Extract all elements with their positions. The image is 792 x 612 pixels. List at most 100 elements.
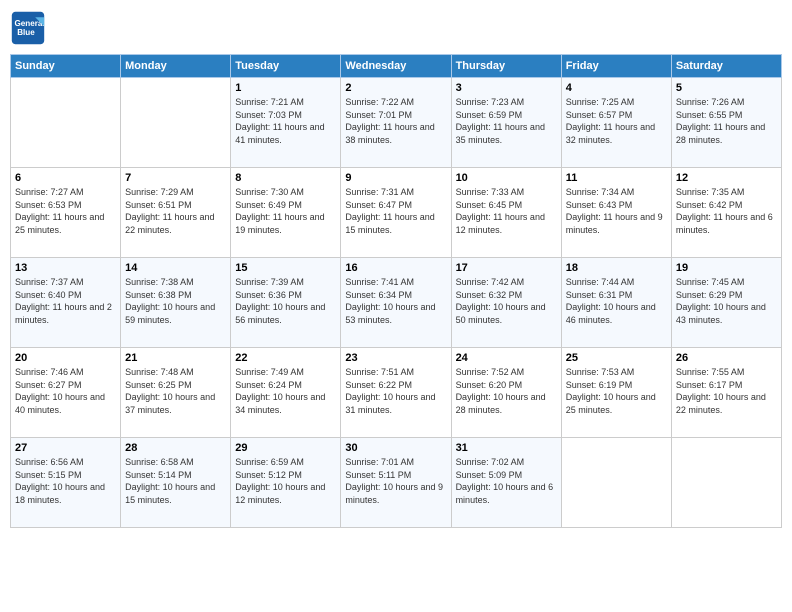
cell-info: Daylight: 11 hours and 15 minutes. [345, 211, 446, 236]
day-number: 10 [456, 172, 557, 184]
day-number: 16 [345, 262, 446, 274]
cell-info: Sunrise: 7:27 AM [15, 186, 116, 199]
cell-info: Daylight: 11 hours and 41 minutes. [235, 121, 336, 146]
cell-info: Sunrise: 6:59 AM [235, 456, 336, 469]
cell-info: Daylight: 10 hours and 25 minutes. [566, 391, 667, 416]
calendar-cell: 17Sunrise: 7:42 AMSunset: 6:32 PMDayligh… [451, 258, 561, 348]
cell-info: Sunset: 6:22 PM [345, 379, 446, 392]
calendar-cell: 18Sunrise: 7:44 AMSunset: 6:31 PMDayligh… [561, 258, 671, 348]
calendar-cell: 20 Sunrise: 7:46 AMSunset: 6:27 PMDayligh… [11, 348, 121, 438]
day-number: 7 [125, 172, 226, 184]
cell-info: Sunset: 6:59 PM [456, 109, 557, 122]
cell-info: Sunset: 6:49 PM [235, 199, 336, 212]
cell-info: Sunrise: 7:41 AM [345, 276, 446, 289]
day-number: 8 [235, 172, 336, 184]
calendar-cell: 15Sunrise: 7:39 AMSunset: 6:36 PMDayligh… [231, 258, 341, 348]
cell-info: Daylight: 10 hours and 12 minutes. [235, 481, 336, 506]
logo-icon: General Blue [10, 10, 46, 46]
calendar-cell: 1 Sunrise: 7:21 AMSunset: 7:03 PMDaylight… [231, 78, 341, 168]
calendar-cell: 14Sunrise: 7:38 AMSunset: 6:38 PMDayligh… [121, 258, 231, 348]
cell-info: Sunset: 5:11 PM [345, 469, 446, 482]
cell-info: Sunset: 5:14 PM [125, 469, 226, 482]
calendar-cell: 30Sunrise: 7:01 AMSunset: 5:11 PMDayligh… [341, 438, 451, 528]
cell-info: Sunrise: 7:46 AM [15, 366, 116, 379]
cell-info: Sunset: 6:36 PM [235, 289, 336, 302]
cell-info: Daylight: 11 hours and 28 minutes. [676, 121, 777, 146]
cell-info: Sunrise: 7:44 AM [566, 276, 667, 289]
day-number: 21 [125, 352, 226, 364]
cell-info: Sunrise: 7:45 AM [676, 276, 777, 289]
day-number: 24 [456, 352, 557, 364]
day-number: 17 [456, 262, 557, 274]
cell-info: Sunset: 6:47 PM [345, 199, 446, 212]
cell-info: Sunrise: 7:51 AM [345, 366, 446, 379]
cell-info: Sunrise: 7:34 AM [566, 186, 667, 199]
cell-info: Daylight: 11 hours and 25 minutes. [15, 211, 116, 236]
week-row-3: 13Sunrise: 7:37 AMSunset: 6:40 PMDayligh… [11, 258, 782, 348]
cell-info: Sunset: 6:31 PM [566, 289, 667, 302]
cell-info: Sunset: 6:43 PM [566, 199, 667, 212]
calendar-cell: 23Sunrise: 7:51 AMSunset: 6:22 PMDayligh… [341, 348, 451, 438]
day-number: 20 [15, 352, 116, 364]
cell-info: Sunrise: 7:52 AM [456, 366, 557, 379]
calendar-cell [561, 438, 671, 528]
cell-info: Sunrise: 7:39 AM [235, 276, 336, 289]
cell-info: Sunrise: 7:37 AM [15, 276, 116, 289]
week-row-1: 1Sunrise: 7:21 AMSunset: 7:03 PMDaylight… [11, 78, 782, 168]
day-number: 1 [235, 82, 336, 94]
day-number: 3 [456, 82, 557, 94]
day-number: 29 [235, 442, 336, 454]
page-header: General Blue [10, 10, 782, 46]
calendar-cell: 5 Sunrise: 7:26 AMSunset: 6:55 PMDaylight… [671, 78, 781, 168]
day-number: 15 [235, 262, 336, 274]
cell-info: Daylight: 10 hours and 59 minutes. [125, 301, 226, 326]
cell-info: Sunrise: 7:02 AM [456, 456, 557, 469]
cell-info: Sunrise: 7:49 AM [235, 366, 336, 379]
cell-info: Daylight: 10 hours and 40 minutes. [15, 391, 116, 416]
cell-info: Daylight: 10 hours and 22 minutes. [676, 391, 777, 416]
cell-info: Sunset: 5:09 PM [456, 469, 557, 482]
cell-info: Sunrise: 7:26 AM [676, 96, 777, 109]
day-number: 28 [125, 442, 226, 454]
header-cell-saturday: Saturday [671, 55, 781, 78]
cell-info: Daylight: 10 hours and 6 minutes. [456, 481, 557, 506]
calendar-cell: 13Sunrise: 7:37 AMSunset: 6:40 PMDayligh… [11, 258, 121, 348]
cell-info: Daylight: 10 hours and 50 minutes. [456, 301, 557, 326]
cell-info: Daylight: 10 hours and 43 minutes. [676, 301, 777, 326]
day-number: 11 [566, 172, 667, 184]
cell-info: Sunrise: 6:58 AM [125, 456, 226, 469]
cell-info: Sunset: 6:42 PM [676, 199, 777, 212]
cell-info: Sunset: 6:29 PM [676, 289, 777, 302]
cell-info: Sunset: 6:38 PM [125, 289, 226, 302]
header-cell-friday: Friday [561, 55, 671, 78]
calendar-cell: 22Sunrise: 7:49 AMSunset: 6:24 PMDayligh… [231, 348, 341, 438]
cell-info: Sunset: 6:27 PM [15, 379, 116, 392]
calendar-cell: 2Sunrise: 7:22 AMSunset: 7:01 PMDaylight… [341, 78, 451, 168]
day-number: 18 [566, 262, 667, 274]
day-number: 26 [676, 352, 777, 364]
cell-info: Daylight: 10 hours and 9 minutes. [345, 481, 446, 506]
cell-info: Daylight: 10 hours and 28 minutes. [456, 391, 557, 416]
day-number: 4 [566, 82, 667, 94]
cell-info: Sunrise: 6:56 AM [15, 456, 116, 469]
cell-info: Sunset: 6:17 PM [676, 379, 777, 392]
cell-info: Sunset: 7:03 PM [235, 109, 336, 122]
header-cell-wednesday: Wednesday [341, 55, 451, 78]
calendar-cell: 12Sunrise: 7:35 AMSunset: 6:42 PMDayligh… [671, 168, 781, 258]
cell-info: Sunrise: 7:33 AM [456, 186, 557, 199]
calendar-cell: 26Sunrise: 7:55 AMSunset: 6:17 PMDayligh… [671, 348, 781, 438]
day-number: 19 [676, 262, 777, 274]
cell-info: Daylight: 10 hours and 15 minutes. [125, 481, 226, 506]
cell-info: Daylight: 11 hours and 35 minutes. [456, 121, 557, 146]
header-cell-monday: Monday [121, 55, 231, 78]
day-number: 23 [345, 352, 446, 364]
cell-info: Sunrise: 7:21 AM [235, 96, 336, 109]
cell-info: Sunrise: 7:35 AM [676, 186, 777, 199]
calendar-table: SundayMondayTuesdayWednesdayThursdayFrid… [10, 54, 782, 528]
cell-info: Sunset: 6:55 PM [676, 109, 777, 122]
header-cell-sunday: Sunday [11, 55, 121, 78]
day-number: 5 [676, 82, 777, 94]
cell-info: Daylight: 10 hours and 53 minutes. [345, 301, 446, 326]
cell-info: Sunrise: 7:29 AM [125, 186, 226, 199]
cell-info: Sunrise: 7:31 AM [345, 186, 446, 199]
